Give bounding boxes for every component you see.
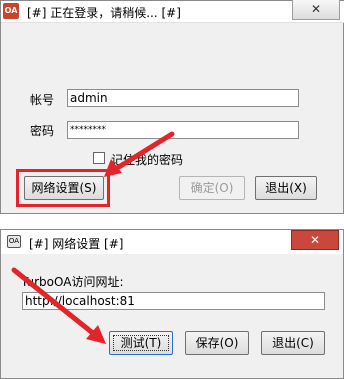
arrow-to-test-button bbox=[11, 267, 106, 344]
arrow-to-network-settings bbox=[104, 131, 175, 177]
annotation-arrows-layer bbox=[11, 131, 175, 344]
